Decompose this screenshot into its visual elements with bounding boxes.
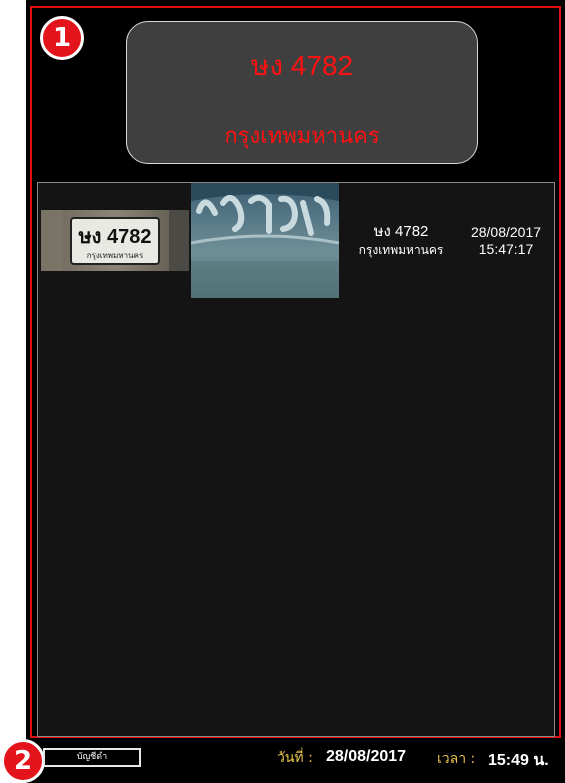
table-row-timestamp: 28/08/2017 15:47:17 [466,224,546,258]
date-label: วันที่ : [277,750,313,766]
table-row-plate: ษง 4782 กรุงเทพมหานคร [344,223,458,260]
date-value: 28/08/2017 [326,748,407,765]
row-plate-number: ษง 4782 [373,223,429,240]
plate-snapshot-image: ษง 4782 กรุงเทพมหานคร [41,210,189,271]
time-label: เวลา : [437,751,476,767]
time-value: 15:49 น. [488,752,549,769]
current-plate-province: กรุงเทพมหานคร [224,124,380,149]
row-date: 28/08/2017 [470,224,542,240]
plate-snapshot-thumbnail[interactable]: ษง 4782 กรุงเทพมหานคร [41,210,189,271]
scene-snapshot-image [191,183,339,298]
current-plate-number: ษง 4782 [250,50,354,81]
plate-snapshot-number: ษง 4782 [79,226,152,248]
marker-badge-1: 1 [40,16,84,60]
scene-snapshot-thumbnail[interactable] [191,183,339,298]
marker-badge-2: 2 [1,739,45,783]
blacklist-button[interactable]: บัญชีดำ [43,748,141,767]
plate-snapshot-province: กรุงเทพมหานคร [87,251,144,260]
row-time: 15:47:17 [478,241,534,257]
current-plate-display: ษง 4782 กรุงเทพมหานคร [126,21,478,164]
row-plate-province: กรุงเทพมหานคร [358,243,444,257]
